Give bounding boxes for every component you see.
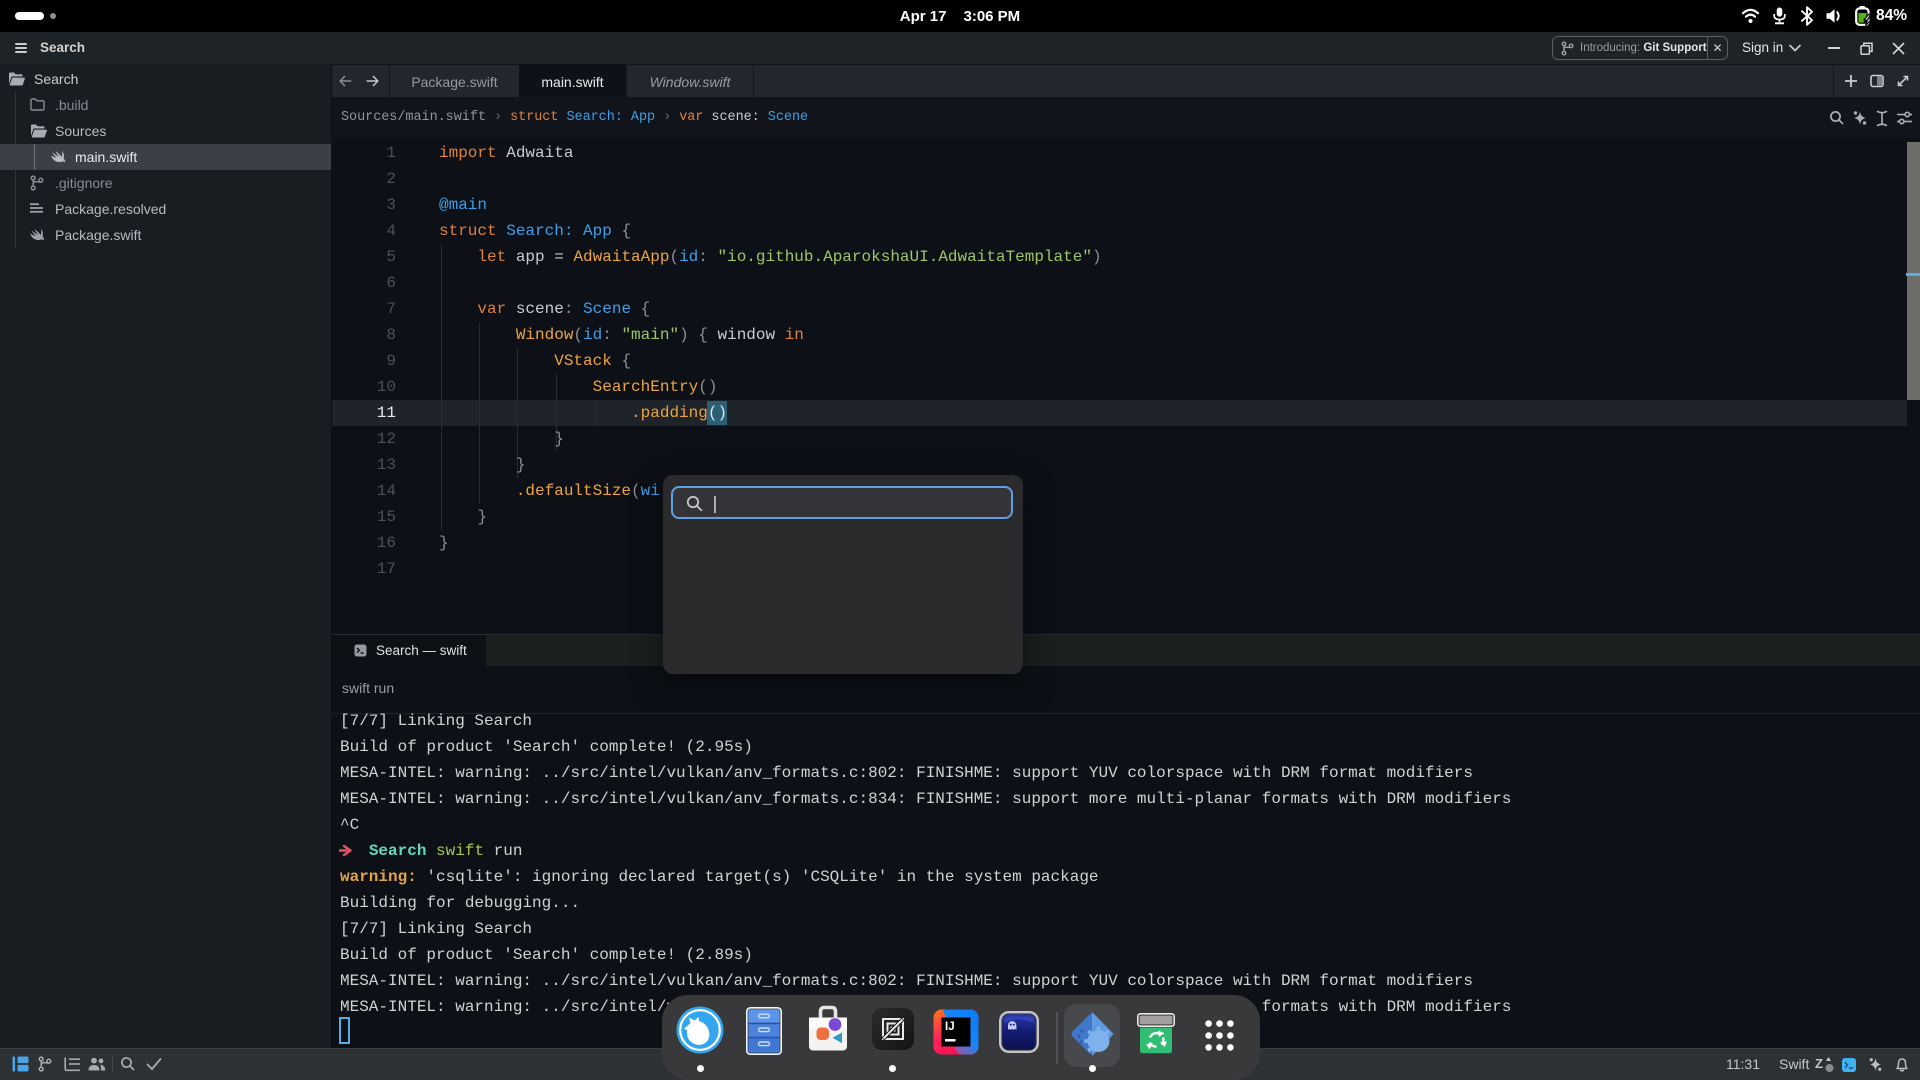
svg-text:IJ: IJ (945, 1021, 955, 1033)
svg-text:Z: Z (1815, 1056, 1823, 1071)
